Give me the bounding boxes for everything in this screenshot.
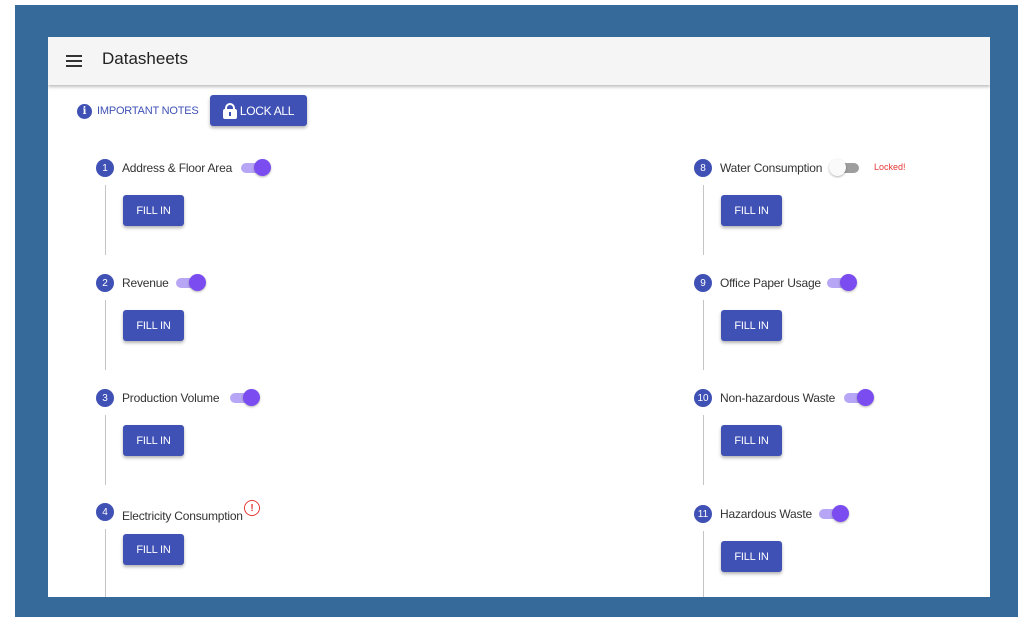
important-notes-label: IMPORTANT NOTES	[97, 105, 199, 117]
important-notes-link[interactable]: i IMPORTANT NOTES	[77, 103, 199, 119]
locked-status: Locked!	[874, 162, 906, 172]
step-connector	[703, 185, 704, 255]
step-number: 8	[694, 159, 712, 177]
step-number: 4	[96, 503, 114, 521]
fill-in-button[interactable]: FILL IN	[123, 195, 184, 226]
step-number: 11	[694, 505, 712, 523]
lock-icon	[222, 102, 237, 119]
lock-all-label: LOCK ALL	[239, 103, 295, 118]
step-label: Office Paper Usage	[720, 276, 821, 290]
step-toggle[interactable]	[844, 389, 874, 406]
step-number: 1	[96, 159, 114, 177]
step-office-paper-usage: 9 Office Paper Usage FILL IN	[694, 274, 990, 384]
fill-in-button[interactable]: FILL IN	[123, 425, 184, 456]
warning-icon: !	[244, 500, 260, 516]
step-water-consumption: 8 Water Consumption Locked! FILL IN	[694, 159, 990, 269]
step-connector	[105, 415, 106, 485]
fill-in-button[interactable]: FILL IN	[721, 425, 782, 456]
step-toggle[interactable]	[827, 274, 857, 291]
fill-in-button[interactable]: FILL IN	[721, 541, 782, 572]
step-label: Revenue	[122, 276, 169, 290]
fill-in-button[interactable]: FILL IN	[721, 310, 782, 341]
step-number: 9	[694, 274, 712, 292]
step-connector	[703, 300, 704, 370]
step-number: 3	[96, 389, 114, 407]
step-number: 2	[96, 274, 114, 292]
step-connector	[703, 531, 704, 597]
step-revenue: 2 Revenue FILL IN	[96, 274, 396, 384]
step-connector	[105, 185, 106, 255]
lock-all-button[interactable]: LOCK ALL	[210, 95, 307, 126]
step-label: Production Volume	[122, 391, 220, 405]
step-electricity-consumption: 4 Electricity Consumption ! FILL IN	[96, 500, 396, 597]
step-hazardous-waste: 11 Hazardous Waste FILL IN	[694, 505, 990, 597]
menu-icon[interactable]	[66, 54, 82, 68]
step-toggle[interactable]	[829, 159, 861, 176]
step-number: 10	[694, 389, 712, 407]
fill-in-button[interactable]: FILL IN	[721, 195, 782, 226]
step-production-volume: 3 Production Volume FILL IN	[96, 389, 396, 499]
step-address-floor-area: 1 Address & Floor Area FILL IN	[96, 159, 396, 269]
step-non-hazardous-waste: 10 Non-hazardous Waste FILL IN	[694, 389, 990, 499]
fill-in-button[interactable]: FILL IN	[123, 310, 184, 341]
step-label: Non-hazardous Waste	[720, 391, 836, 405]
info-icon: i	[77, 103, 92, 119]
page-title: Datasheets	[102, 49, 188, 68]
step-toggle[interactable]	[176, 274, 206, 291]
step-connector	[105, 529, 106, 597]
step-label: Address & Floor Area	[122, 161, 233, 175]
step-toggle[interactable]	[241, 159, 271, 176]
step-label: Electricity Consumption	[122, 509, 243, 523]
app-bar: Datasheets	[48, 37, 990, 85]
step-label: Water Consumption	[720, 161, 823, 175]
step-toggle[interactable]	[230, 389, 260, 406]
app-window: Datasheets i IMPORTANT NOTES LOCK ALL 1 …	[48, 37, 990, 597]
fill-in-button[interactable]: FILL IN	[123, 534, 184, 565]
step-connector	[105, 300, 106, 370]
step-label: Hazardous Waste	[720, 507, 812, 521]
step-connector	[703, 415, 704, 485]
step-toggle[interactable]	[819, 505, 849, 522]
